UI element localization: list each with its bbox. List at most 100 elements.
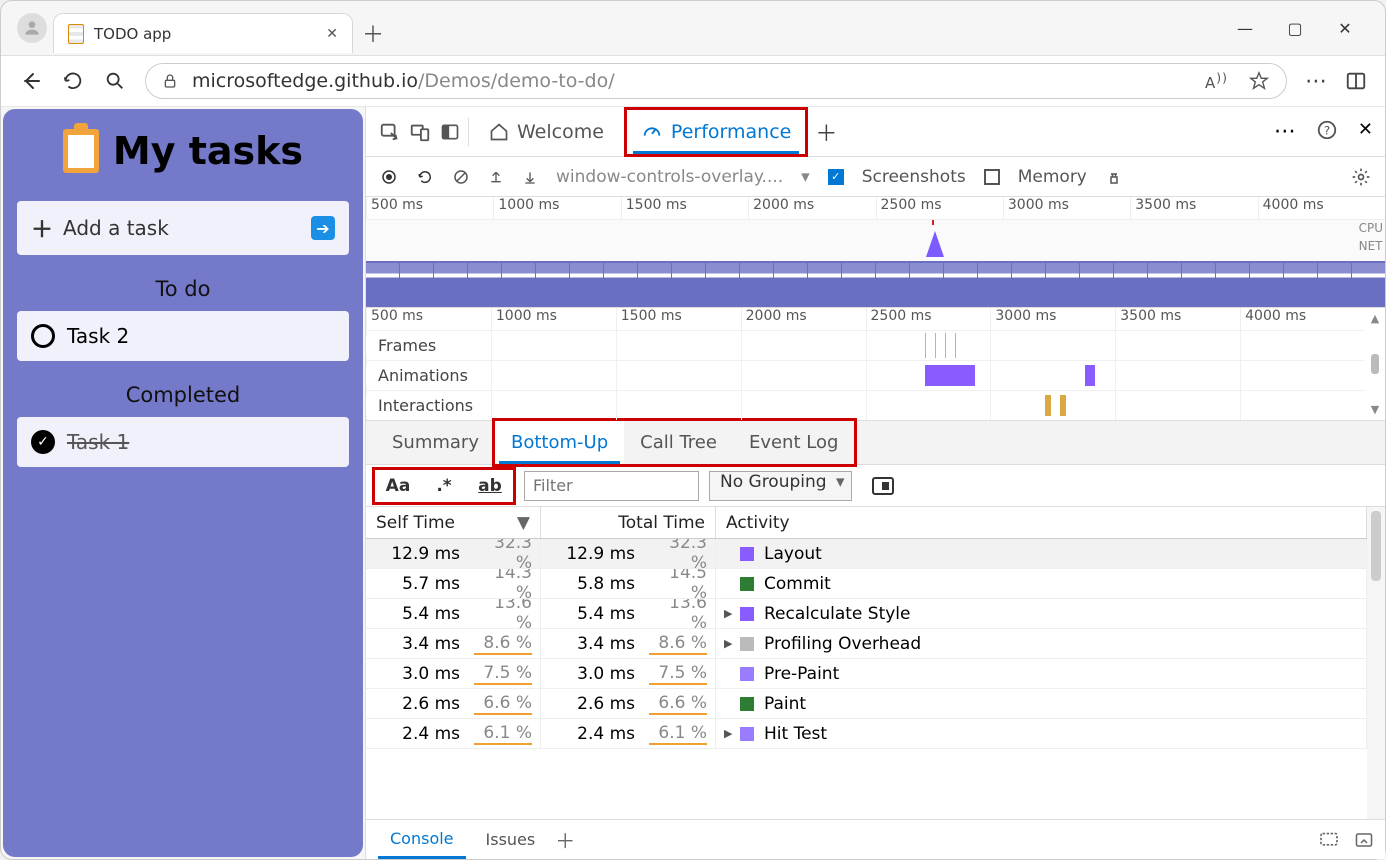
close-tab-icon[interactable]: ✕ [326, 26, 338, 42]
more-tools-icon[interactable]: ⋯ [1274, 119, 1296, 144]
tab-bottom-up[interactable]: Bottom-Up [495, 421, 624, 464]
close-window-icon[interactable]: ✕ [1335, 18, 1355, 38]
checkbox-checked-icon[interactable]: ✓ [31, 430, 55, 454]
close-devtools-icon[interactable]: ✕ [1358, 119, 1373, 144]
tab-summary[interactable]: Summary [376, 421, 495, 464]
add-task-placeholder: Add a task [63, 216, 169, 240]
todo-heading: To do [17, 277, 349, 301]
memory-label: Memory [1018, 167, 1087, 187]
clear-icon[interactable] [452, 168, 470, 186]
table-row[interactable]: 3.4 ms8.6 %3.4 ms8.6 %▶Profiling Overhea… [366, 629, 1367, 659]
svg-text:?: ? [1324, 124, 1330, 138]
minimize-icon[interactable]: — [1235, 18, 1255, 38]
drawer-tab-issues[interactable]: Issues [474, 820, 548, 859]
todo-app-pane: My tasks ＋ Add a task ➔ To do Task 2 Com… [3, 109, 363, 857]
checkbox-empty-icon[interactable] [31, 324, 55, 348]
task-item-done[interactable]: ✓ Task 1 [17, 417, 349, 467]
clipboard-icon [63, 129, 99, 173]
screenshots-label: Screenshots [862, 167, 966, 187]
split-screen-icon[interactable] [1345, 70, 1367, 92]
devtools-pane: Welcome Performance ＋ ⋯ ? ✕ [365, 107, 1385, 859]
profile-dropdown[interactable]: window-controls-overlay.... [556, 167, 783, 187]
grid-scrollbar[interactable] [1367, 507, 1385, 819]
table-row[interactable]: 5.4 ms13.6 %5.4 ms13.6 %▶Recalculate Sty… [366, 599, 1367, 629]
table-row[interactable]: 3.0 ms7.5 %3.0 ms7.5 %Pre-Paint [366, 659, 1367, 689]
tab-title: TODO app [94, 25, 326, 43]
net-label: NET [1359, 237, 1383, 255]
add-drawer-tab-icon[interactable]: ＋ [555, 825, 575, 854]
browser-tab[interactable]: TODO app ✕ [53, 13, 353, 53]
refresh-button[interactable] [61, 69, 85, 93]
table-row[interactable]: 12.9 ms32.3 %12.9 ms32.3 %Layout [366, 539, 1367, 569]
regex-toggle[interactable]: .* [421, 470, 467, 502]
address-bar: microsoftedge.github.io/Demos/demo-to-do… [1, 55, 1385, 107]
lock-icon [162, 72, 178, 90]
tab-welcome[interactable]: Welcome [475, 107, 618, 157]
help-icon[interactable]: ? [1316, 119, 1338, 141]
arrow-left-icon [19, 69, 43, 93]
add-tab-icon[interactable]: ＋ [814, 120, 838, 144]
upload-icon[interactable] [488, 168, 504, 186]
browser-window: TODO app ✕ ＋ — ▢ ✕ microsoftedge.github.… [0, 0, 1386, 860]
refresh-icon [62, 70, 84, 92]
drawer-tab-console[interactable]: Console [378, 820, 466, 859]
more-icon[interactable]: ⋯ [1305, 69, 1327, 94]
completed-heading: Completed [17, 383, 349, 407]
expand-drawer-icon[interactable] [1355, 832, 1373, 848]
new-tab-button[interactable]: ＋ [353, 13, 393, 53]
analysis-tabs: Summary Bottom-Up Call Tree Event Log [366, 421, 1385, 465]
app-header: My tasks [17, 129, 349, 173]
window-controls: — ▢ ✕ [1235, 18, 1355, 38]
garbage-collect-icon[interactable] [1105, 168, 1123, 186]
reload-record-icon[interactable] [416, 168, 434, 186]
back-button[interactable] [19, 69, 43, 93]
plus-icon: ＋ [31, 212, 53, 244]
download-icon[interactable] [522, 168, 538, 186]
match-case-toggle[interactable]: Aa [375, 470, 421, 502]
maximize-icon[interactable]: ▢ [1285, 18, 1305, 38]
col-activity[interactable]: Activity [716, 507, 1367, 538]
track-frames-label: Frames [366, 336, 474, 355]
tab-performance[interactable]: Performance [624, 107, 808, 157]
whole-word-toggle[interactable]: ab [467, 470, 513, 502]
device-toggle-icon[interactable] [408, 120, 432, 144]
overview-panel[interactable]: 500 ms1000 ms1500 ms2000 ms2500 ms3000 m… [366, 197, 1385, 308]
dock-icon[interactable] [438, 120, 462, 144]
table-row[interactable]: 2.4 ms6.1 %2.4 ms6.1 %▶Hit Test [366, 719, 1367, 749]
performance-icon [641, 121, 663, 143]
col-self-time: Self Time▼ [366, 507, 541, 538]
submit-task-button[interactable]: ➔ [311, 216, 335, 240]
search-button[interactable] [103, 69, 127, 93]
overview-ruler: 500 ms1000 ms1500 ms2000 ms2500 ms3000 m… [366, 197, 1385, 219]
filter-bar: Aa .* ab No Grouping [366, 465, 1385, 507]
favorite-icon[interactable] [1248, 70, 1270, 92]
issues-badge-icon[interactable] [1319, 832, 1339, 848]
home-icon [489, 122, 509, 142]
devtools-tabs: Welcome Performance ＋ ⋯ ? ✕ [366, 107, 1385, 157]
tab-favicon-icon [68, 24, 84, 44]
record-icon[interactable] [380, 168, 398, 186]
show-heaviest-stack-icon[interactable] [872, 477, 894, 495]
filmstrip [366, 261, 1385, 307]
grouping-select[interactable]: No Grouping [709, 471, 852, 501]
tab-event-log[interactable]: Event Log [733, 421, 854, 464]
col-total-time[interactable]: Total Time [541, 507, 716, 538]
add-task-input[interactable]: ＋ Add a task ➔ [17, 201, 349, 255]
inspect-element-icon[interactable] [378, 120, 402, 144]
task-item[interactable]: Task 2 [17, 311, 349, 361]
track-animations-label: Animations [366, 366, 474, 385]
person-icon [22, 18, 42, 38]
detail-panel[interactable]: 500 ms1000 ms1500 ms2000 ms2500 ms3000 m… [366, 308, 1385, 421]
memory-checkbox[interactable] [984, 169, 1000, 185]
url-box[interactable]: microsoftedge.github.io/Demos/demo-to-do… [145, 63, 1287, 99]
grid-header[interactable]: Self Time▼ Total Time Activity [366, 507, 1367, 539]
table-row[interactable]: 2.6 ms6.6 %2.6 ms6.6 %Paint [366, 689, 1367, 719]
settings-gear-icon[interactable] [1351, 167, 1371, 187]
table-row[interactable]: 5.7 ms14.3 %5.8 ms14.5 %Commit [366, 569, 1367, 599]
profile-avatar[interactable] [17, 13, 47, 43]
screenshots-checkbox[interactable]: ✓ [828, 169, 844, 185]
tab-call-tree[interactable]: Call Tree [624, 421, 733, 464]
detail-scrollbar[interactable]: ▲▼ [1365, 308, 1385, 420]
filter-input[interactable] [524, 471, 699, 501]
read-aloud-icon[interactable]: A)) [1205, 70, 1228, 92]
